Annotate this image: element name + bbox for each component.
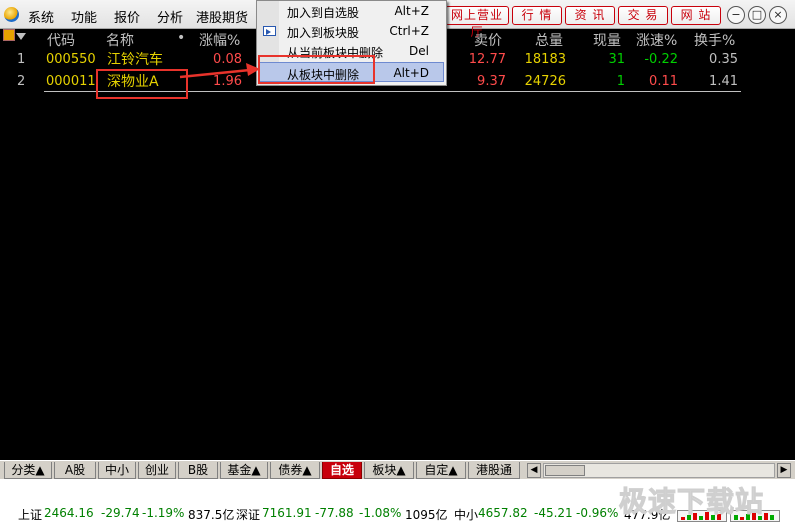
tab-bond[interactable]: 债券▲ <box>270 462 320 479</box>
scrollbar-thumb[interactable] <box>545 465 585 476</box>
sz-index-value[interactable]: 7161.91 <box>262 506 312 520</box>
sme-index-value[interactable]: 4657.82 <box>478 506 528 520</box>
sh-index-pct: -1.19% <box>142 506 185 520</box>
horizontal-scrollbar[interactable] <box>543 463 775 478</box>
tab-category[interactable]: 分类▲ <box>4 462 52 479</box>
sh-index-change: -29.74 <box>101 506 140 520</box>
sz-index-amount: 1095亿 <box>405 508 448 522</box>
sz-index-change: -77.88 <box>315 506 354 520</box>
tab-block[interactable]: 板块▲ <box>364 462 414 479</box>
tab-b-share[interactable]: B股 <box>178 462 218 479</box>
tab-watchlist[interactable]: 自选 <box>322 462 362 479</box>
sh-index-amount: 837.5亿 <box>188 508 235 522</box>
sh-index-name: 上证 <box>18 508 43 522</box>
sz-index-pct: -1.08% <box>359 506 402 520</box>
sme-index-change: -45.21 <box>534 506 573 520</box>
sme-index-name: 中小 <box>454 508 479 522</box>
tab-custom[interactable]: 自定▲ <box>416 462 466 479</box>
scroll-right-icon[interactable]: ▶ <box>777 463 791 478</box>
tab-sme[interactable]: 中小 <box>98 462 136 479</box>
sme-index-pct: -0.96% <box>576 506 619 520</box>
index-icon <box>3 29 15 41</box>
tab-hk-connect[interactable]: 港股通 <box>468 462 520 479</box>
bottom-tab-bar: 分类▲ A股 中小 创业 B股 基金▲ 债券▲ 自选 板块▲ 自定▲ 港股通 ◀… <box>0 460 795 479</box>
scroll-left-icon[interactable]: ◀ <box>527 463 541 478</box>
tab-gem[interactable]: 创业 <box>138 462 176 479</box>
annotation-arrow-icon <box>179 63 260 79</box>
watermark: 极速下载站 <box>618 485 765 519</box>
tab-a-share[interactable]: A股 <box>54 462 96 479</box>
sz-index-name: 深证 <box>236 508 261 522</box>
sh-index-value[interactable]: 2464.16 <box>44 506 94 520</box>
tab-fund[interactable]: 基金▲ <box>220 462 268 479</box>
